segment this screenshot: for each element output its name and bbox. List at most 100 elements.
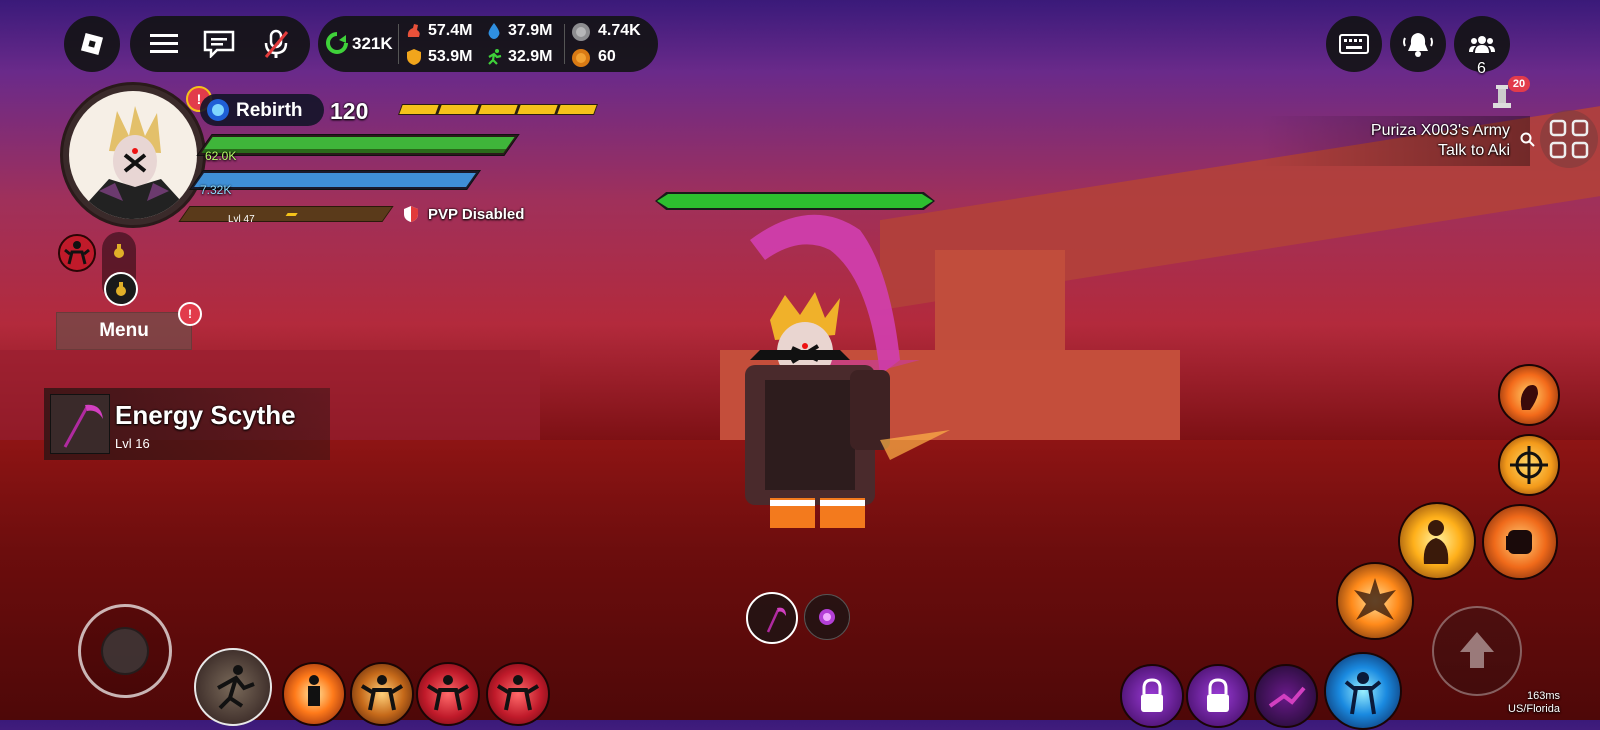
fire-fist-icon — [1520, 385, 1538, 410]
gold-value: 60 — [598, 48, 616, 65]
agility-icon — [484, 47, 504, 67]
lock-icon — [1141, 678, 1163, 712]
potion-icon — [114, 244, 124, 258]
level-value: Lvl 47 — [228, 214, 255, 225]
explosion-icon — [1354, 578, 1396, 620]
glowing-figure-icon — [1344, 672, 1382, 715]
roblox-controls-pill — [130, 16, 310, 72]
chakra-icon — [484, 21, 504, 41]
skill-rage-2[interactable] — [486, 662, 550, 726]
region-text: US/Florida — [1508, 703, 1560, 715]
menu-button-label: Menu — [99, 320, 149, 341]
hamburger-icon[interactable] — [148, 28, 180, 60]
keyboard-icon — [1339, 34, 1369, 54]
fighter-stance-icon — [426, 675, 470, 711]
menu-button[interactable]: Menu — [56, 312, 192, 350]
tool-slot-scythe[interactable] — [746, 592, 798, 644]
joystick-thumb[interactable] — [101, 627, 149, 675]
skill-dash[interactable] — [194, 648, 272, 726]
skill-flame-aura[interactable] — [282, 662, 346, 726]
running-figure-icon — [217, 665, 255, 710]
gold-coin-icon — [570, 47, 592, 69]
skill-stance[interactable] — [350, 662, 414, 726]
skill-fire-fist[interactable] — [1498, 364, 1560, 426]
divider — [398, 24, 399, 64]
buff-icon-3[interactable] — [104, 272, 138, 306]
powerup-figure-icon — [1423, 520, 1449, 564]
grid-menu-button[interactable] — [1540, 110, 1598, 168]
energy-bar — [188, 170, 482, 190]
weapon-name: Energy Scythe — [115, 400, 296, 430]
health-bar — [196, 134, 520, 156]
energy-bar-fill — [194, 173, 476, 187]
arrow-up-icon — [1460, 632, 1494, 668]
energy-orb-icon — [819, 609, 835, 625]
tool-slot-orb[interactable] — [804, 594, 850, 640]
rebirth-label: Rebirth — [236, 100, 303, 121]
fist-icon — [1506, 530, 1532, 554]
scythe-icon — [766, 607, 786, 633]
pvp-status[interactable]: PVP Disabled — [428, 206, 524, 223]
notifications-button[interactable] — [1390, 16, 1446, 72]
health-bar-fill — [204, 137, 515, 149]
locked-slot-2[interactable] — [1186, 664, 1250, 728]
skill-aura-burst[interactable] — [1324, 652, 1402, 730]
durability-value: 53.9M — [428, 48, 473, 65]
locked-slot-1[interactable] — [1120, 664, 1184, 728]
agility-value: 32.9M — [508, 48, 553, 65]
rebirth-progress-bar — [397, 104, 599, 115]
skill-target-lock[interactable] — [1498, 434, 1560, 496]
search-icon[interactable] — [1518, 130, 1538, 150]
buff-icon-2[interactable] — [106, 238, 132, 264]
movement-joystick[interactable] — [78, 604, 172, 698]
stats-pill: 321K 57.4M 37.9M 53.9M 32.9M 4.74K 60 — [318, 16, 658, 72]
player-avatar[interactable] — [60, 82, 206, 228]
friends-count: 6 — [1477, 60, 1486, 77]
jump-button[interactable] — [1432, 606, 1522, 696]
buff-icon-1[interactable] — [58, 234, 96, 272]
grid-icon — [1549, 119, 1589, 159]
quest-title: Puriza X003's Army — [1370, 122, 1510, 139]
xp-bar — [178, 206, 394, 222]
skill-power-up[interactable] — [1398, 502, 1476, 580]
fighter-stance-icon — [360, 675, 404, 711]
crosshair-icon — [1510, 446, 1548, 484]
chakra-value: 37.9M — [508, 22, 553, 39]
menu-alert-badge: ! — [178, 302, 202, 326]
energy-value: 7.32K — [200, 183, 232, 197]
silver-value: 4.74K — [598, 22, 641, 39]
skill-rage[interactable] — [416, 662, 480, 726]
rebirth-token-icon — [324, 30, 350, 56]
scythe-icon — [63, 404, 103, 448]
strength-value: 57.4M — [428, 22, 473, 39]
durability-icon — [404, 47, 424, 67]
rebirth-value: 120 — [330, 98, 369, 124]
weapon-level: Lvl 16 — [115, 436, 150, 451]
fighter-stance-icon — [496, 675, 540, 711]
skill-shadow-step[interactable] — [1254, 664, 1318, 728]
rebirth-tokens-value: 321K — [352, 34, 393, 53]
divider — [564, 24, 565, 64]
keyboard-button[interactable] — [1326, 16, 1382, 72]
shadow-step-icon — [1268, 686, 1306, 708]
notif-badge: 20 — [1508, 76, 1530, 92]
chat-icon[interactable] — [202, 28, 236, 60]
avatar-portrait — [89, 106, 181, 219]
fighter-stance-icon — [64, 241, 90, 265]
shield-icon — [402, 204, 420, 224]
quest-objective: Talk to Aki — [1437, 142, 1510, 159]
weapon-slot — [50, 394, 110, 454]
fighter-icon — [308, 675, 320, 706]
roblox-menu-button[interactable] — [64, 16, 120, 72]
potion-icon — [116, 282, 126, 296]
roblox-logo-icon — [80, 32, 104, 56]
mic-muted-icon[interactable] — [260, 28, 292, 60]
silver-coin-icon — [570, 21, 592, 43]
friends-icon — [1469, 36, 1495, 53]
xp-bar-fill — [285, 213, 298, 216]
lock-icon — [1207, 678, 1229, 712]
ping-text: 163ms — [1526, 690, 1560, 702]
skill-ground-smash[interactable] — [1336, 562, 1414, 640]
strength-icon — [404, 21, 424, 41]
skill-punch[interactable] — [1482, 504, 1558, 580]
